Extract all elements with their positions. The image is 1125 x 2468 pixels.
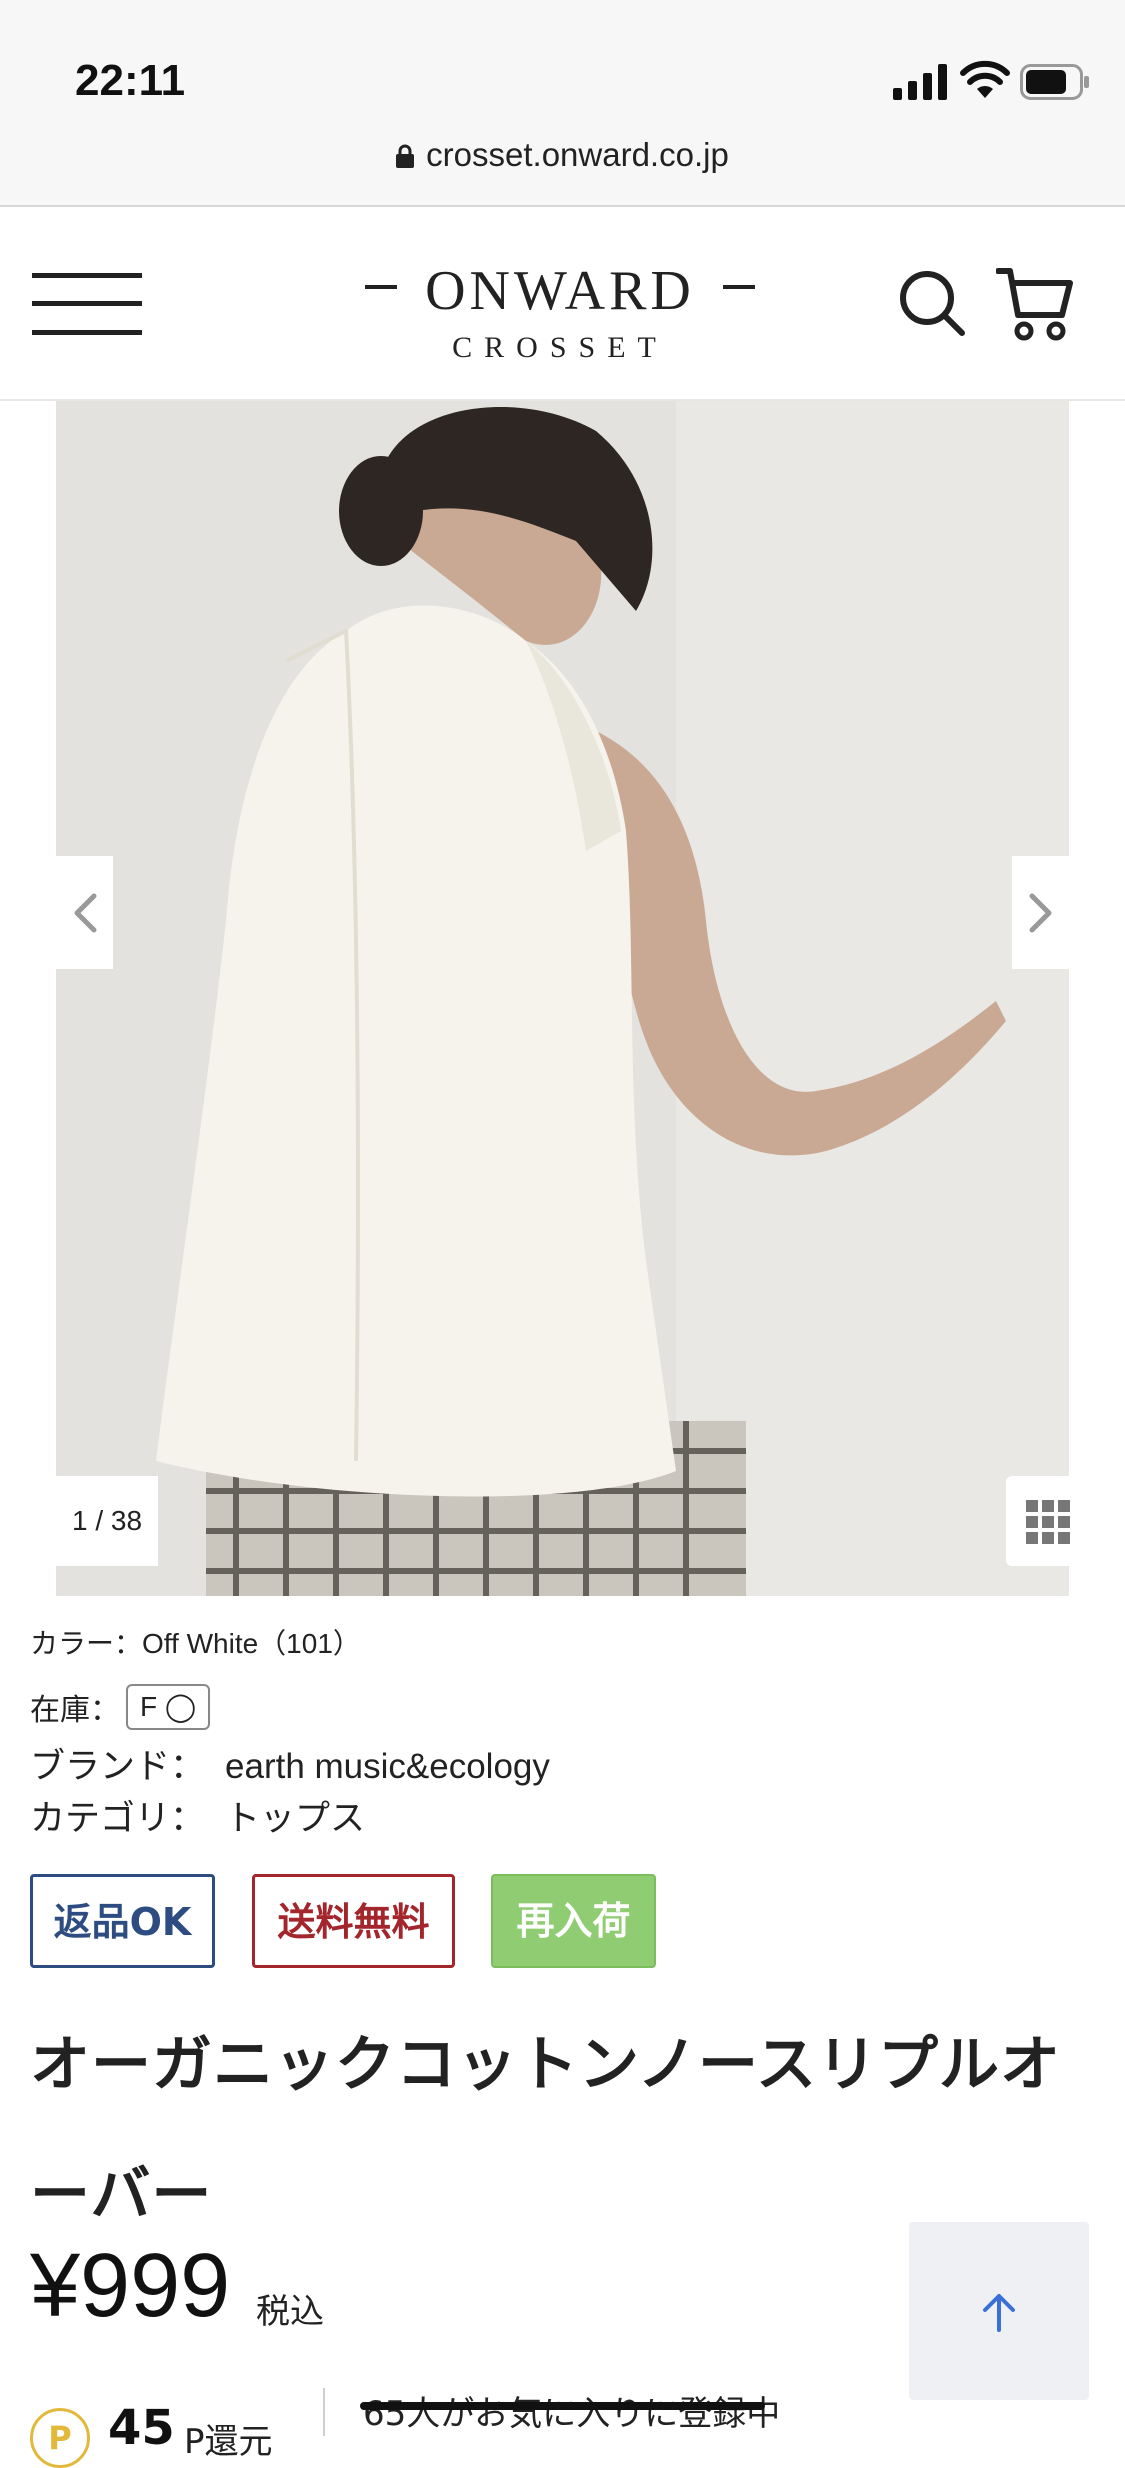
image-counter: 1 / 38 (56, 1476, 158, 1566)
stock-label: 在庫： (30, 1694, 120, 1727)
chevron-left-icon (74, 893, 97, 933)
category-info: カテゴリ： トップス (30, 1790, 365, 1841)
points-label: P還元 (184, 2422, 273, 2462)
lock-icon (396, 144, 415, 168)
grid-icon (1026, 1500, 1070, 1544)
free-shipping-badge: 送料無料 (252, 1874, 455, 1968)
search-icon[interactable] (898, 269, 968, 339)
hamburger-menu-icon[interactable] (32, 269, 142, 339)
brand-label: ブランド： (30, 1747, 206, 1786)
product-image-carousel[interactable] (56, 401, 1069, 1596)
address-bar[interactable]: crosset.onward.co.jp (0, 136, 1125, 174)
points-value: 45 (108, 2400, 175, 2456)
category-link[interactable]: トップス (225, 1799, 365, 1838)
category-label: カテゴリ： (30, 1799, 206, 1838)
divider (323, 2388, 325, 2436)
points-coin-icon: P (30, 2408, 90, 2468)
browser-status-bar: 22:11 crosset.onward.co.jp (0, 0, 1125, 207)
scroll-to-top-button[interactable] (909, 2222, 1089, 2400)
favorites-count[interactable]: 65人がお気に入りに登録中 (363, 2386, 780, 2435)
battery-icon (1020, 64, 1089, 100)
product-title: オーガニックコットンノースリプルオーバー (30, 2030, 1061, 2230)
product-photo (56, 401, 1069, 1596)
cellular-signal-icon (893, 64, 947, 100)
logo-sub-text: CROSSET (452, 331, 668, 363)
restock-badge: 再入荷 (491, 1874, 656, 1968)
color-info: カラー：Off White（101） (30, 1628, 361, 1659)
carousel-prev-button[interactable] (56, 856, 113, 969)
url-text: crosset.onward.co.jp (426, 136, 729, 173)
return-ok-badge: 返品OK (30, 1874, 215, 1968)
product-price: ¥999 (30, 2236, 231, 2336)
chevron-right-icon (1029, 893, 1052, 933)
cart-icon[interactable] (996, 263, 1076, 343)
wifi-icon (960, 60, 1010, 98)
logo-main-text: ONWARD (425, 260, 695, 322)
site-header: ONWARD CROSSET (0, 207, 1125, 401)
carousel-next-button[interactable] (1012, 856, 1069, 969)
onward-crosset-logo[interactable]: ONWARD CROSSET (365, 253, 755, 363)
arrow-up-icon (983, 2294, 1015, 2332)
tax-label: 税込 (256, 2292, 324, 2332)
brand-link[interactable]: earth music&ecology (225, 1747, 550, 1786)
size-stock-badge[interactable]: F ◯ (126, 1684, 211, 1730)
stock-info: 在庫： F ◯ (30, 1684, 211, 1730)
strike-line (360, 2402, 765, 2410)
status-time: 22:11 (75, 56, 186, 105)
thumbnail-grid-button[interactable] (1006, 1476, 1070, 1566)
brand-info: ブランド： earth music&ecology (30, 1738, 550, 1789)
